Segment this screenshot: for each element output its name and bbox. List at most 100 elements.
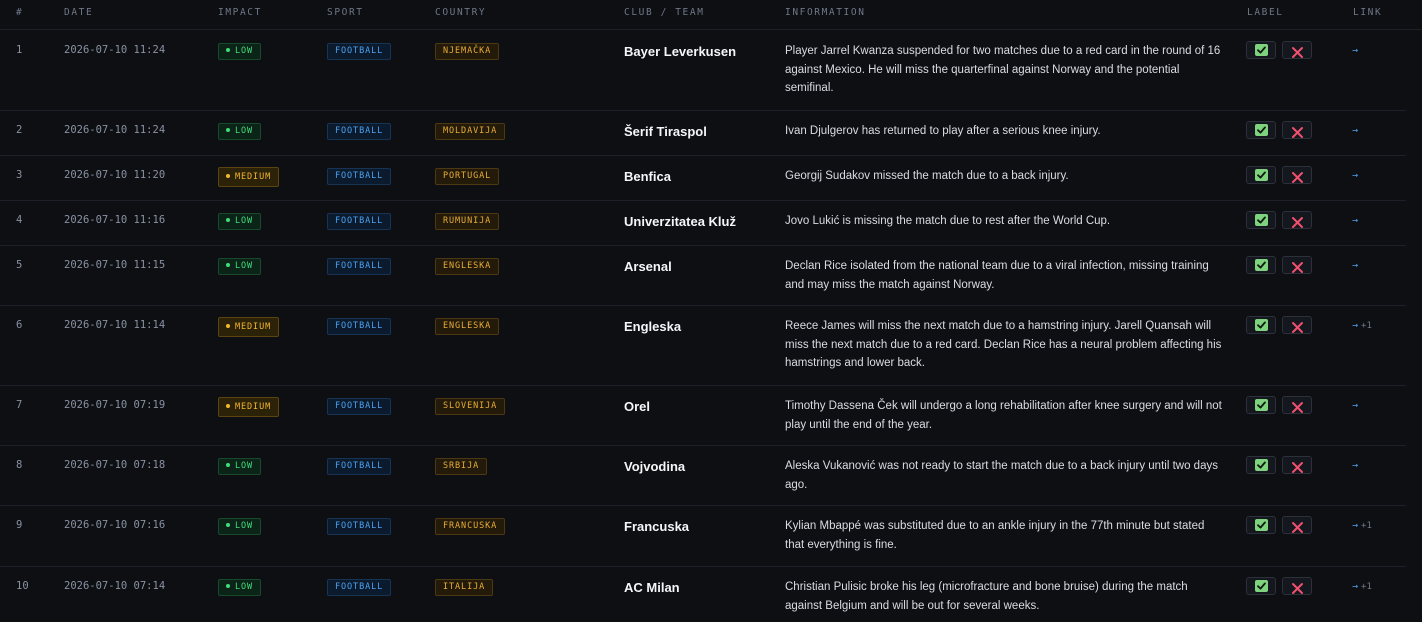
row-number: 5 bbox=[16, 259, 23, 271]
table-row[interactable]: 10 2026-07-10 07:14 LOW FOOTBALL ITALIJA… bbox=[0, 566, 1406, 622]
x-icon bbox=[1291, 580, 1304, 599]
table-row[interactable]: 4 2026-07-10 11:16 LOW FOOTBALL RUMUNIJA… bbox=[0, 200, 1406, 246]
sport-badge: FOOTBALL bbox=[327, 458, 392, 475]
club-name: AC Milan bbox=[624, 580, 680, 595]
club-name: Arsenal bbox=[624, 259, 672, 274]
row-link[interactable]: → bbox=[1352, 45, 1361, 56]
reject-button[interactable] bbox=[1282, 456, 1312, 474]
country-badge: RUMUNIJA bbox=[435, 213, 500, 230]
check-square-icon bbox=[1255, 319, 1268, 331]
arrow-right-icon: → bbox=[1352, 215, 1359, 226]
club-name: Univerzitatea Kluž bbox=[624, 214, 736, 229]
impact-dot-icon bbox=[226, 263, 230, 267]
reject-button[interactable] bbox=[1282, 166, 1312, 184]
approve-button[interactable] bbox=[1246, 577, 1276, 595]
approve-button[interactable] bbox=[1246, 41, 1276, 59]
arrow-right-icon: → bbox=[1352, 520, 1359, 531]
header-impact[interactable]: IMPACT bbox=[218, 7, 262, 18]
check-square-icon bbox=[1255, 214, 1268, 226]
row-link[interactable]: → +1 bbox=[1352, 520, 1372, 531]
approve-button[interactable] bbox=[1246, 166, 1276, 184]
row-number: 3 bbox=[16, 169, 23, 181]
x-icon bbox=[1291, 399, 1304, 418]
table-row[interactable]: 8 2026-07-10 07:18 LOW FOOTBALL SRBIJA V… bbox=[0, 445, 1406, 506]
table-row[interactable]: 6 2026-07-10 11:14 MEDIUM FOOTBALL ENGLE… bbox=[0, 305, 1406, 386]
impact-dot-icon bbox=[226, 128, 230, 132]
sport-badge: FOOTBALL bbox=[327, 579, 392, 596]
x-icon bbox=[1291, 169, 1304, 188]
reject-button[interactable] bbox=[1282, 211, 1312, 229]
x-icon bbox=[1291, 519, 1304, 538]
header-date[interactable]: DATE bbox=[64, 7, 93, 18]
reject-button[interactable] bbox=[1282, 316, 1312, 334]
information-text: Reece James will miss the next match due… bbox=[785, 320, 1222, 370]
row-link[interactable]: → +1 bbox=[1352, 320, 1372, 331]
x-icon bbox=[1291, 259, 1304, 278]
table-row[interactable]: 3 2026-07-10 11:20 MEDIUM FOOTBALL PORTU… bbox=[0, 155, 1406, 201]
arrow-right-icon: → bbox=[1352, 460, 1359, 471]
impact-dot-icon bbox=[226, 523, 230, 527]
row-date: 2026-07-10 11:20 bbox=[64, 169, 166, 181]
impact-badge: MEDIUM bbox=[218, 397, 280, 417]
header-sport[interactable]: SPORT bbox=[327, 7, 364, 18]
reject-button[interactable] bbox=[1282, 41, 1312, 59]
table-row[interactable]: 7 2026-07-10 07:19 MEDIUM FOOTBALL SLOVE… bbox=[0, 385, 1406, 446]
country-badge: SLOVENIJA bbox=[435, 398, 506, 415]
reject-button[interactable] bbox=[1282, 121, 1312, 139]
impact-dot-icon bbox=[226, 48, 230, 52]
row-number: 1 bbox=[16, 44, 23, 56]
row-date: 2026-07-10 07:14 bbox=[64, 580, 166, 592]
arrow-right-icon: → bbox=[1352, 170, 1359, 181]
club-name: Vojvodina bbox=[624, 459, 686, 474]
row-link[interactable]: → +1 bbox=[1352, 581, 1372, 592]
information-text: Player Jarrel Kwanza suspended for two m… bbox=[785, 45, 1221, 95]
row-date: 2026-07-10 11:24 bbox=[64, 124, 166, 136]
country-badge: FRANCUSKA bbox=[435, 518, 506, 535]
reject-button[interactable] bbox=[1282, 516, 1312, 534]
impact-dot-icon bbox=[226, 584, 230, 588]
arrow-right-icon: → bbox=[1352, 320, 1359, 331]
row-date: 2026-07-10 11:15 bbox=[64, 259, 166, 271]
row-number: 9 bbox=[16, 519, 23, 531]
approve-button[interactable] bbox=[1246, 516, 1276, 534]
row-link[interactable]: → bbox=[1352, 125, 1361, 136]
check-square-icon bbox=[1255, 44, 1268, 56]
header-club[interactable]: CLUB / TEAM bbox=[624, 7, 705, 18]
country-badge: ENGLESKA bbox=[435, 258, 500, 275]
club-name: Šerif Tiraspol bbox=[624, 124, 707, 139]
sport-badge: FOOTBALL bbox=[327, 258, 392, 275]
table-row[interactable]: 5 2026-07-10 11:15 LOW FOOTBALL ENGLESKA… bbox=[0, 245, 1406, 306]
sport-badge: FOOTBALL bbox=[327, 168, 392, 185]
approve-button[interactable] bbox=[1246, 121, 1276, 139]
reject-button[interactable] bbox=[1282, 256, 1312, 274]
impact-dot-icon bbox=[226, 463, 230, 467]
approve-button[interactable] bbox=[1246, 316, 1276, 334]
row-number: 10 bbox=[16, 580, 29, 592]
table-row[interactable]: 1 2026-07-10 11:24 LOW FOOTBALL NJEMAČKA… bbox=[0, 30, 1406, 111]
approve-button[interactable] bbox=[1246, 456, 1276, 474]
arrow-right-icon: → bbox=[1352, 260, 1359, 271]
row-link[interactable]: → bbox=[1352, 460, 1361, 471]
table-row[interactable]: 2 2026-07-10 11:24 LOW FOOTBALL MOLDAVIJ… bbox=[0, 110, 1406, 156]
row-link[interactable]: → bbox=[1352, 215, 1361, 226]
row-number: 8 bbox=[16, 459, 23, 471]
reject-button[interactable] bbox=[1282, 396, 1312, 414]
row-link[interactable]: → bbox=[1352, 170, 1361, 181]
impact-badge: LOW bbox=[218, 458, 262, 475]
row-link[interactable]: → bbox=[1352, 260, 1361, 271]
header-country[interactable]: COUNTRY bbox=[435, 7, 486, 18]
check-square-icon bbox=[1255, 580, 1268, 592]
approve-button[interactable] bbox=[1246, 211, 1276, 229]
approve-button[interactable] bbox=[1246, 396, 1276, 414]
approve-button[interactable] bbox=[1246, 256, 1276, 274]
country-badge: ITALIJA bbox=[435, 579, 494, 596]
check-square-icon bbox=[1255, 124, 1268, 136]
sport-badge: FOOTBALL bbox=[327, 123, 392, 140]
table-row[interactable]: 9 2026-07-10 07:16 LOW FOOTBALL FRANCUSK… bbox=[0, 505, 1406, 567]
arrow-right-icon: → bbox=[1352, 400, 1359, 411]
check-square-icon bbox=[1255, 399, 1268, 411]
impact-dot-icon bbox=[226, 174, 230, 178]
country-badge: SRBIJA bbox=[435, 458, 488, 475]
row-link[interactable]: → bbox=[1352, 400, 1361, 411]
reject-button[interactable] bbox=[1282, 577, 1312, 595]
